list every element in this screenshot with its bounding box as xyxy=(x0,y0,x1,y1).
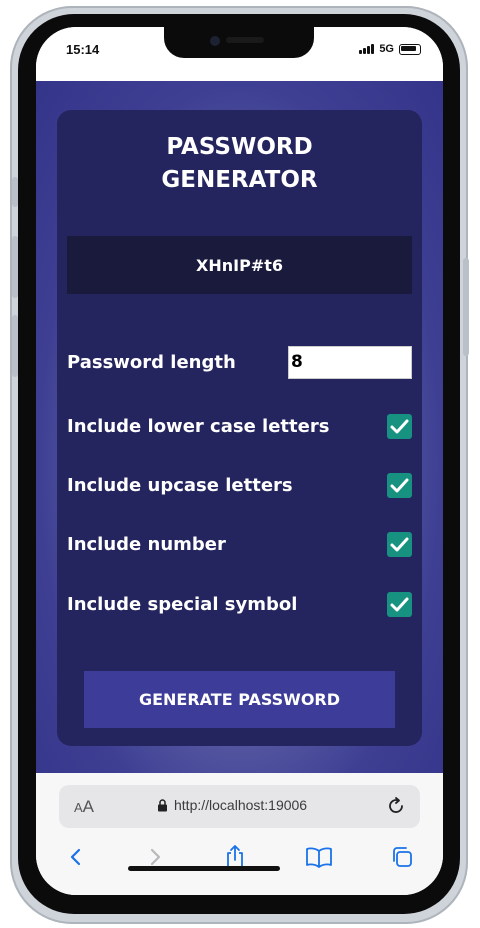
checkmark-icon xyxy=(390,478,409,492)
password-length-label: Password length xyxy=(67,351,236,373)
generate-password-button[interactable]: GENERATE PASSWORD xyxy=(84,671,395,728)
battery-icon xyxy=(399,43,421,55)
reload-icon[interactable] xyxy=(386,796,406,816)
generated-password: XHnIP#t6 xyxy=(196,255,283,275)
back-icon[interactable] xyxy=(65,846,87,868)
safari-bottom-bar: AA http://localhost:19006 xyxy=(36,773,443,895)
home-indicator xyxy=(128,866,280,871)
forward-icon[interactable] xyxy=(144,846,166,868)
generator-card: PASSWORD GENERATOR XHnIP#t6 Password len… xyxy=(57,110,422,746)
uppercase-checkbox[interactable] xyxy=(387,472,412,498)
lock-icon xyxy=(158,798,167,811)
text-size-button[interactable]: AA xyxy=(74,797,94,817)
title-line-2: GENERATOR xyxy=(161,167,318,193)
option-label-number: Include number xyxy=(67,533,226,555)
url-text: http://localhost:19006 xyxy=(174,797,308,813)
option-row-number: Include number xyxy=(67,527,412,561)
password-result-box[interactable]: XHnIP#t6 xyxy=(67,236,412,294)
status-indicators: 5G xyxy=(359,43,421,55)
option-row-lowercase: Include lower case letters xyxy=(67,409,412,443)
option-label-uppercase: Include upcase letters xyxy=(67,474,293,496)
password-length-input[interactable] xyxy=(288,345,412,379)
option-label-lowercase: Include lower case letters xyxy=(67,415,330,437)
phone-screen: 15:14 5G PASSWORD GENERATOR XHnIP#t6 Pas… xyxy=(36,27,443,895)
checkmark-icon xyxy=(390,419,409,433)
page-title: PASSWORD GENERATOR xyxy=(57,131,422,197)
password-length-row: Password length xyxy=(67,345,412,379)
camera-icon xyxy=(210,36,220,46)
network-type: 5G xyxy=(379,43,394,55)
tabs-icon[interactable] xyxy=(390,845,414,869)
power-button xyxy=(463,258,469,356)
notch xyxy=(164,27,314,58)
checkmark-icon xyxy=(390,537,409,551)
bookmarks-icon[interactable] xyxy=(305,846,333,868)
status-time: 15:14 xyxy=(66,42,100,57)
signal-icon xyxy=(359,44,375,54)
url-display: http://localhost:19006 xyxy=(157,797,307,813)
option-row-symbol: Include special symbol xyxy=(67,587,412,621)
option-row-uppercase: Include upcase letters xyxy=(67,468,412,502)
symbol-checkbox[interactable] xyxy=(387,591,412,617)
number-checkbox[interactable] xyxy=(387,531,412,557)
title-line-1: PASSWORD xyxy=(166,134,313,160)
app-background: PASSWORD GENERATOR XHnIP#t6 Password len… xyxy=(36,81,443,773)
address-bar[interactable]: AA http://localhost:19006 xyxy=(59,785,420,828)
option-label-symbol: Include special symbol xyxy=(67,593,298,615)
speaker-grille xyxy=(226,37,264,43)
lowercase-checkbox[interactable] xyxy=(387,413,412,439)
checkmark-icon xyxy=(390,597,409,611)
